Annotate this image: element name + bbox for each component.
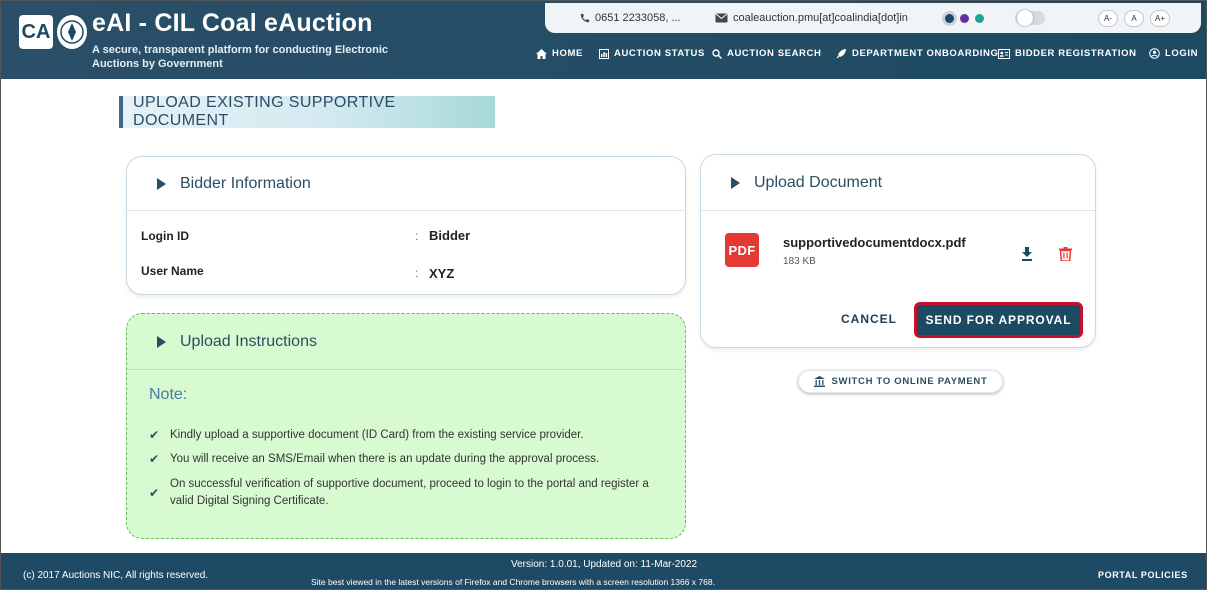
instruction-text: Kindly upload a supportive document (ID … bbox=[170, 429, 584, 441]
nav-login[interactable]: LOGIN bbox=[1149, 48, 1198, 59]
caret-right-icon bbox=[157, 177, 166, 190]
nav-auction-status-label: AUCTION STATUS bbox=[614, 48, 705, 59]
upload-instructions-heading: Upload Instructions bbox=[180, 332, 317, 350]
home-icon bbox=[536, 48, 547, 59]
app-frame: CA eAI - CIL Coal eAuction A secure, tra… bbox=[0, 0, 1207, 590]
nav-department-onboarding-label: DEPARTMENT ONBOARDING bbox=[852, 48, 999, 59]
login-id-value: Bidder bbox=[429, 228, 471, 243]
nav-bidder-registration-label: BIDDER REGISTRATION bbox=[1015, 48, 1137, 59]
send-for-approval-button[interactable]: SEND FOR APPROVAL bbox=[914, 302, 1083, 338]
theme-dot-teal[interactable] bbox=[975, 13, 984, 23]
ca-logo[interactable]: CA bbox=[19, 15, 53, 49]
upload-document-heading: Upload Document bbox=[754, 173, 883, 191]
rocket-icon bbox=[836, 49, 846, 59]
nav-home[interactable]: HOME bbox=[536, 48, 583, 59]
switch-to-online-payment-label: SWITCH TO ONLINE PAYMENT bbox=[831, 376, 988, 387]
font-size-controls: A- A A+ bbox=[1098, 9, 1170, 27]
id-card-icon bbox=[998, 48, 1010, 59]
theme-selector bbox=[945, 13, 984, 23]
site-header: CA eAI - CIL Coal eAuction A secure, tra… bbox=[1, 1, 1206, 79]
instruction-text: You will receive an SMS/Email when there… bbox=[170, 453, 600, 465]
instruction-text: On successful verification of supportive… bbox=[170, 478, 649, 507]
footer-copyright: (c) 2017 Auctions NIC, All rights reserv… bbox=[23, 570, 209, 581]
site-title: eAI - CIL Coal eAuction bbox=[92, 9, 373, 37]
theme-dot-purple[interactable] bbox=[960, 13, 969, 23]
login-id-label: Login ID bbox=[141, 229, 189, 243]
bidder-info-heading: Bidder Information bbox=[180, 174, 311, 192]
search-icon bbox=[712, 48, 722, 59]
cancel-button[interactable]: CANCEL bbox=[841, 312, 897, 326]
site-subtitle: A secure, transparent platform for condu… bbox=[92, 44, 389, 70]
user-name-colon: : bbox=[415, 266, 419, 280]
phone-contact[interactable]: 0651 2233058, ... bbox=[579, 12, 681, 24]
font-increase-button[interactable]: A+ bbox=[1150, 9, 1170, 27]
user-circle-icon bbox=[1149, 48, 1160, 59]
email-contact[interactable]: coaleauction.pmu[at]coalindia[dot]in bbox=[715, 12, 908, 24]
nav-login-label: LOGIN bbox=[1165, 48, 1199, 59]
nav-bidder-registration[interactable]: BIDDER REGISTRATION bbox=[998, 48, 1137, 59]
instruction-item: ✔ You will receive an SMS/Email when the… bbox=[149, 451, 669, 468]
file-size: 183 KB bbox=[783, 256, 816, 267]
nav-auction-search-label: AUCTION SEARCH bbox=[727, 48, 822, 59]
font-normal-button[interactable]: A bbox=[1124, 9, 1144, 27]
theme-dot-blue[interactable] bbox=[945, 13, 954, 23]
switch-to-online-payment-button[interactable]: SWITCH TO ONLINE PAYMENT bbox=[798, 370, 1003, 393]
portal-policies-link[interactable]: PORTAL POLICIES bbox=[1098, 570, 1188, 580]
nav-home-label: HOME bbox=[552, 48, 583, 59]
nav-auction-search[interactable]: AUCTION SEARCH bbox=[712, 48, 821, 59]
page-title: UPLOAD EXISTING SUPPORTIVE DOCUMENT bbox=[119, 94, 495, 129]
nav-auction-status[interactable]: AUCTION STATUS bbox=[599, 48, 705, 59]
instruction-item: ✔ Kindly upload a supportive document (I… bbox=[149, 427, 669, 444]
coal-india-emblem-icon bbox=[57, 15, 87, 49]
footer-version: Version: 1.0.01, Updated on: 11-Mar-2022 bbox=[511, 559, 698, 570]
site-footer: (c) 2017 Auctions NIC, All rights reserv… bbox=[1, 553, 1206, 589]
bidder-info-card: Bidder Information Login ID : Bidder Use… bbox=[126, 156, 686, 295]
caret-right-icon bbox=[157, 335, 166, 348]
user-name-label: User Name bbox=[141, 264, 204, 278]
bank-icon bbox=[813, 376, 825, 387]
email-address: coaleauction.pmu[at]coalindia[dot]in bbox=[733, 12, 908, 24]
check-icon: ✔ bbox=[149, 485, 160, 500]
contrast-toggle[interactable] bbox=[1015, 10, 1045, 26]
phone-icon bbox=[580, 13, 590, 22]
upload-document-header[interactable]: Upload Document bbox=[701, 155, 1095, 211]
mail-icon bbox=[715, 13, 728, 23]
file-name: supportivedocumentdocx.pdf bbox=[783, 235, 966, 250]
user-name-value: XYZ bbox=[429, 266, 455, 281]
delete-icon[interactable] bbox=[1059, 247, 1072, 261]
upload-document-card: Upload Document PDF supportivedocumentdo… bbox=[700, 154, 1096, 348]
upload-instructions-card: Upload Instructions Note: ✔ Kindly uploa… bbox=[126, 313, 686, 539]
bidder-info-header[interactable]: Bidder Information bbox=[127, 157, 685, 211]
check-icon: ✔ bbox=[149, 428, 160, 442]
note-heading: Note: bbox=[149, 386, 188, 403]
nav-department-onboarding[interactable]: DEPARTMENT ONBOARDING bbox=[836, 48, 998, 59]
download-icon[interactable] bbox=[1020, 247, 1034, 261]
upload-instructions-header[interactable]: Upload Instructions bbox=[127, 314, 685, 370]
pdf-file-icon: PDF bbox=[725, 233, 759, 267]
caret-right-icon bbox=[731, 176, 740, 189]
phone-number: 0651 2233058, ... bbox=[595, 12, 681, 24]
utility-bar: 0651 2233058, ... coaleauction.pmu[at]co… bbox=[545, 3, 1201, 33]
font-decrease-button[interactable]: A- bbox=[1098, 9, 1118, 27]
login-id-colon: : bbox=[415, 229, 419, 243]
footer-browser-note: Site best viewed in the latest versions … bbox=[311, 577, 715, 587]
chart-icon bbox=[599, 48, 609, 59]
instruction-item: ✔ On successful verification of supporti… bbox=[149, 476, 667, 510]
check-icon: ✔ bbox=[149, 452, 160, 466]
